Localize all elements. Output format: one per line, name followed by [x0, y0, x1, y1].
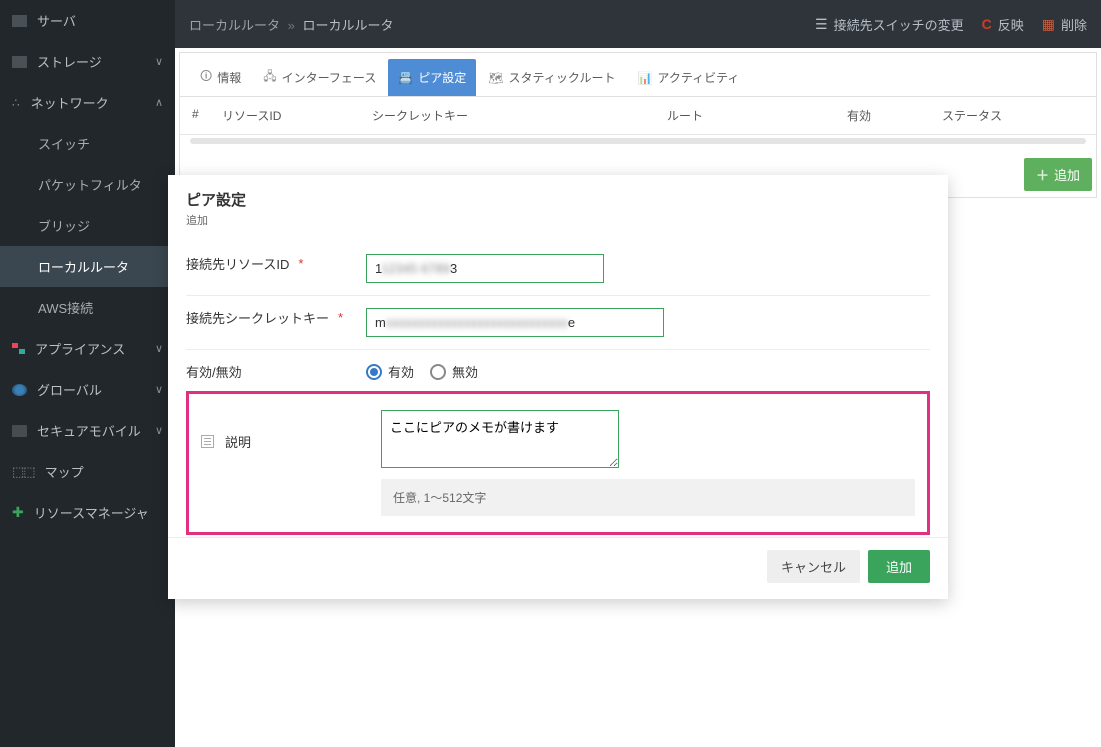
globe-icon	[12, 384, 27, 396]
description-textarea[interactable]	[381, 410, 619, 468]
sidebar-item-network[interactable]: ∴ネットワーク ∧	[0, 82, 175, 123]
reflect-icon: C	[982, 16, 992, 32]
breadcrumb-current: ローカルルータ	[303, 18, 394, 33]
chevron-down-icon: ∨	[155, 383, 163, 396]
description-highlight: 説明 任意, 1〜512文字	[186, 391, 930, 535]
peer-modal: ピア設定 追加 接続先リソースID* 112345 67893 接続先シークレッ…	[168, 175, 948, 599]
mobile-icon	[12, 425, 27, 437]
info-icon: 🛈	[200, 67, 212, 88]
sidebar-item-server[interactable]: サーバ	[0, 0, 175, 41]
col-enabled: 有効	[847, 107, 942, 124]
sidebar-sub-localrouter[interactable]: ローカルルータ	[0, 246, 175, 287]
modal-title: ピア設定	[186, 189, 930, 210]
resource-id-input[interactable]: 112345 67893	[366, 254, 604, 283]
enabled-radio-on[interactable]: 有効	[366, 362, 414, 381]
col-resource-id: リソースID	[222, 107, 372, 124]
horizontal-scrollbar[interactable]	[190, 138, 1086, 144]
sidebar-item-map[interactable]: ⬚⬚マップ	[0, 451, 175, 492]
secret-key-input[interactable]: mxxxxxxxxxxxxxxxxxxxxxxxxxxxxe	[366, 308, 664, 337]
sidebar-item-appliance[interactable]: アプライアンス ∨	[0, 328, 175, 369]
description-help: 任意, 1〜512文字	[381, 479, 915, 516]
peer-icon: 📇	[398, 71, 413, 85]
interface-icon: 🖧	[263, 67, 276, 88]
sidebar-item-global[interactable]: グローバル ∨	[0, 369, 175, 410]
add-button[interactable]: ＋追加	[1024, 158, 1092, 191]
resource-id-label: 接続先リソースID*	[186, 254, 366, 273]
resource-icon: ✚	[12, 504, 24, 521]
tab-static-route[interactable]: 🗺スタティックルート	[478, 59, 625, 96]
col-route: ルート	[667, 107, 847, 124]
secret-key-label: 接続先シークレットキー*	[186, 308, 366, 327]
appliance-icon	[12, 343, 25, 354]
enabled-radio-off[interactable]: 無効	[430, 362, 478, 381]
sidebar-sub-aws[interactable]: AWS接続	[0, 287, 175, 328]
table-header: # リソースID シークレットキー ルート 有効 ステータス	[180, 97, 1096, 135]
tab-activity[interactable]: 📊アクティビティ	[627, 59, 749, 96]
enabled-label: 有効/無効	[186, 362, 366, 381]
sidebar-item-resource-manager[interactable]: ✚リソースマネージャ	[0, 492, 175, 533]
col-status: ステータス	[942, 107, 1072, 124]
col-index: #	[192, 107, 222, 124]
sidebar-sub-packetfilter[interactable]: パケットフィルタ	[0, 164, 175, 205]
sidebar-item-secure-mobile[interactable]: セキュアモバイル ∨	[0, 410, 175, 451]
chevron-down-icon: ∨	[155, 55, 163, 68]
submit-button[interactable]: 追加	[868, 550, 930, 583]
reflect-button[interactable]: C反映	[982, 15, 1024, 34]
plus-icon: ＋	[1036, 165, 1049, 184]
note-icon	[201, 435, 214, 448]
modal-subtitle: 追加	[186, 212, 930, 228]
switch-icon: ☰	[815, 16, 828, 33]
activity-icon: 📊	[637, 71, 652, 85]
delete-button[interactable]: ▦削除	[1042, 15, 1087, 34]
route-icon: 🗺	[488, 71, 503, 85]
topbar: ローカルルータ » ローカルルータ ☰接続先スイッチの変更 C反映 ▦削除	[175, 0, 1101, 48]
chevron-down-icon: ∨	[155, 342, 163, 355]
sidebar-sub-bridge[interactable]: ブリッジ	[0, 205, 175, 246]
map-icon: ⬚⬚	[12, 464, 35, 480]
tabs: 🛈情報 🖧インターフェース 📇ピア設定 🗺スタティックルート 📊アクティビティ	[180, 53, 1096, 97]
chevron-down-icon: ∨	[155, 424, 163, 437]
breadcrumb-root[interactable]: ローカルルータ	[189, 18, 280, 33]
delete-icon: ▦	[1042, 16, 1055, 33]
col-secret: シークレットキー	[372, 107, 667, 124]
sidebar: サーバ ストレージ ∨ ∴ネットワーク ∧ スイッチ パケットフィルタ ブリッジ…	[0, 0, 175, 747]
tab-peer[interactable]: 📇ピア設定	[388, 59, 476, 96]
description-label: 説明	[201, 410, 381, 451]
network-icon: ∴	[12, 98, 21, 108]
sidebar-sub-switch[interactable]: スイッチ	[0, 123, 175, 164]
storage-icon	[12, 56, 27, 68]
breadcrumb: ローカルルータ » ローカルルータ	[189, 15, 394, 34]
chevron-up-icon: ∧	[155, 96, 163, 109]
switch-change-button[interactable]: ☰接続先スイッチの変更	[815, 15, 964, 34]
tab-info[interactable]: 🛈情報	[190, 59, 251, 96]
server-icon	[12, 15, 27, 27]
sidebar-item-storage[interactable]: ストレージ ∨	[0, 41, 175, 82]
tab-interface[interactable]: 🖧インターフェース	[253, 59, 386, 96]
cancel-button[interactable]: キャンセル	[767, 550, 860, 583]
